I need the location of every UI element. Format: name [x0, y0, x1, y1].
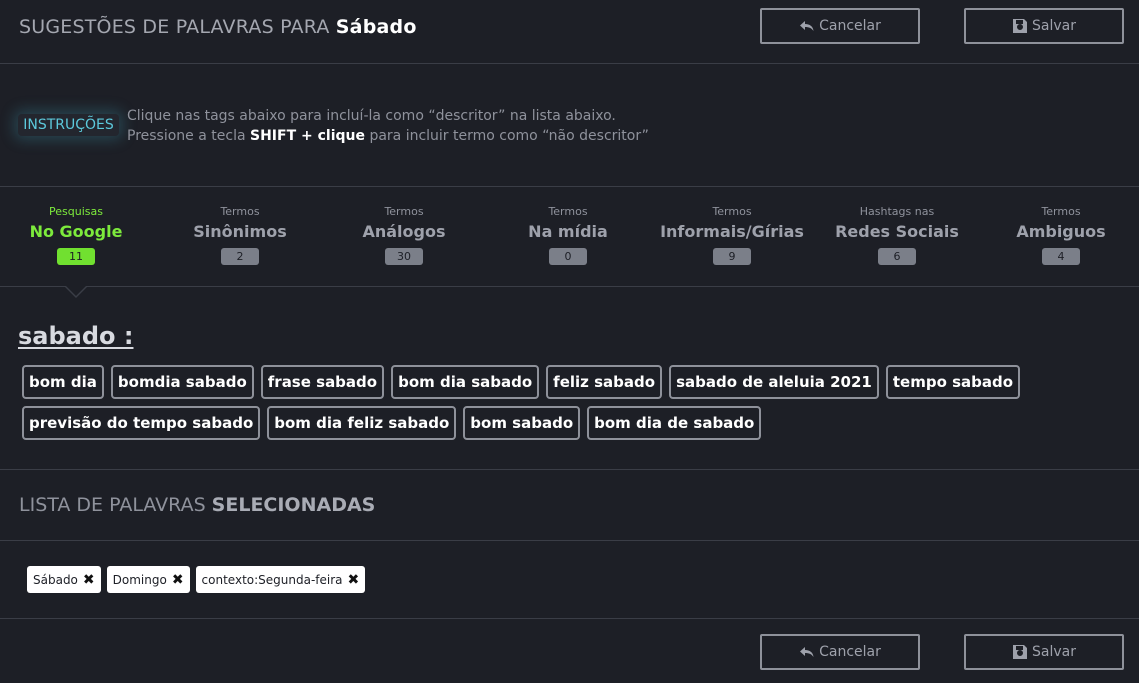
tab-ambiguos-label: Ambiguos — [1016, 222, 1106, 241]
tab-redes-sociais-caption: Hashtags nas — [859, 205, 935, 218]
suggestion-chip[interactable]: bom dia de sabado — [587, 406, 762, 440]
floppy-disk-icon — [1013, 19, 1027, 33]
tab-analogos-caption: Termos — [384, 205, 424, 218]
selected-word-pill: contexto:Segunda-feira ✖ — [195, 566, 366, 593]
remove-x-icon[interactable]: ✖ — [83, 572, 95, 588]
selected-words-list: Sábado ✖ Domingo ✖ contexto:Segunda-feir… — [0, 541, 1139, 619]
save-button-label: Salvar — [1032, 18, 1076, 34]
active-tab-caret-fill — [66, 286, 86, 296]
tab-informais-count: 9 — [713, 248, 751, 265]
tab-analogos-count: 30 — [385, 248, 423, 265]
selected-word-label: Sábado — [33, 572, 78, 587]
suggestion-chip[interactable]: previsão do tempo sabado — [22, 406, 261, 440]
instructions-panel: INSTRUÇÕES Clique nas tags abaixo para i… — [0, 64, 1139, 187]
selected-pills: Sábado ✖ Domingo ✖ contexto:Segunda-feir… — [27, 566, 366, 593]
instructions-badge: INSTRUÇÕES — [18, 114, 119, 136]
selected-words-header: LISTA DE PALAVRAS SELECIONADAS — [0, 470, 1139, 541]
tab-analogos[interactable]: Termos Análogos 30 — [322, 205, 486, 265]
footer-save-button-label: Salvar — [1032, 644, 1076, 660]
tab-google-count: 11 — [57, 248, 95, 265]
tab-redes-sociais-label: Redes Sociais — [835, 222, 959, 241]
tab-informais-label: Informais/Gírias — [660, 222, 804, 241]
header: SUGESTÕES DE PALAVRAS PARA Sábado Cancel… — [0, 0, 1139, 64]
tab-midia-caption: Termos — [548, 205, 588, 218]
tab-redes-sociais-count: 6 — [878, 248, 916, 265]
tab-midia-count: 0 — [549, 248, 587, 265]
page-title: SUGESTÕES DE PALAVRAS PARA Sábado — [19, 16, 417, 38]
suggestions-panel: sabado : bom dia bomdia sabado frase sab… — [0, 287, 1139, 470]
suggestion-chip[interactable]: sabado de aleluia 2021 — [669, 365, 879, 399]
page-title-word: Sábado — [335, 16, 417, 38]
cancel-button-label: Cancelar — [819, 18, 881, 34]
suggestion-chip[interactable]: tempo sabado — [885, 365, 1021, 399]
instructions-line-2-suffix: para incluir termo como “não descritor” — [369, 128, 649, 144]
selected-word-pill: Sábado ✖ — [27, 566, 101, 593]
instructions-line-2-prefix: Pressione a tecla — [127, 128, 246, 144]
tab-sinonimos-count: 2 — [221, 248, 259, 265]
tab-sinonimos-caption: Termos — [220, 205, 260, 218]
source-tabs: Pesquisas No Google 11 Termos Sinônimos … — [0, 187, 1139, 287]
page-title-prefix: SUGESTÕES DE PALAVRAS PARA — [19, 16, 330, 38]
tab-midia-label: Na mídia — [528, 222, 608, 241]
tab-ambiguos[interactable]: Termos Ambiguos 4 — [979, 205, 1139, 265]
instructions-line-2: Pressione a tecla SHIFT + clique para in… — [127, 126, 649, 146]
tab-sinonimos-label: Sinônimos — [193, 222, 287, 241]
suggestion-chip[interactable]: bom dia feliz sabado — [267, 406, 457, 440]
suggestions-heading: sabado : — [18, 322, 134, 350]
footer: Cancelar Salvar — [0, 619, 1139, 683]
suggestion-chip[interactable]: frase sabado — [260, 365, 385, 399]
floppy-disk-icon — [1013, 645, 1027, 659]
tab-redes-sociais[interactable]: Hashtags nas Redes Sociais 6 — [815, 205, 979, 265]
suggestion-chips: bom dia bomdia sabado frase sabado bom d… — [22, 365, 1122, 440]
footer-cancel-button[interactable]: Cancelar — [760, 634, 920, 670]
selected-word-label: Domingo — [112, 572, 167, 587]
selected-words-title: LISTA DE PALAVRAS SELECIONADAS — [19, 494, 375, 516]
tab-sinonimos[interactable]: Termos Sinônimos 2 — [158, 205, 322, 265]
tab-analogos-label: Análogos — [362, 222, 446, 241]
footer-cancel-button-label: Cancelar — [819, 644, 881, 660]
suggestion-chip[interactable]: bom dia sabado — [391, 365, 540, 399]
selected-word-pill: Domingo ✖ — [106, 566, 190, 593]
tab-google[interactable]: Pesquisas No Google 11 — [0, 205, 158, 265]
suggestion-chip[interactable]: feliz sabado — [546, 365, 663, 399]
tab-ambiguos-count: 4 — [1042, 248, 1080, 265]
tab-midia[interactable]: Termos Na mídia 0 — [486, 205, 650, 265]
suggestion-chip[interactable]: bomdia sabado — [110, 365, 254, 399]
cancel-button[interactable]: Cancelar — [760, 8, 920, 44]
instructions-text: Clique nas tags abaixo para incluí-la co… — [127, 106, 649, 146]
selected-word-label: contexto:Segunda-feira — [201, 572, 343, 587]
save-button[interactable]: Salvar — [964, 8, 1124, 44]
tab-google-caption: Pesquisas — [49, 205, 103, 218]
tab-informais-caption: Termos — [712, 205, 752, 218]
remove-x-icon[interactable]: ✖ — [172, 572, 184, 588]
undo-arrow-icon — [800, 647, 814, 657]
remove-x-icon[interactable]: ✖ — [348, 572, 360, 588]
tab-google-label: No Google — [29, 222, 123, 241]
suggestion-chip[interactable]: bom dia — [22, 365, 104, 399]
selected-words-title-prefix: LISTA DE PALAVRAS — [19, 494, 206, 516]
tab-ambiguos-caption: Termos — [1041, 205, 1081, 218]
undo-arrow-icon — [800, 21, 814, 31]
suggestion-chip[interactable]: bom sabado — [463, 406, 581, 440]
instructions-line-1: Clique nas tags abaixo para incluí-la co… — [127, 108, 616, 124]
footer-save-button[interactable]: Salvar — [964, 634, 1124, 670]
shift-click-key: SHIFT + clique — [250, 128, 365, 144]
tab-informais[interactable]: Termos Informais/Gírias 9 — [650, 205, 814, 265]
selected-words-title-bold: SELECIONADAS — [211, 494, 376, 516]
